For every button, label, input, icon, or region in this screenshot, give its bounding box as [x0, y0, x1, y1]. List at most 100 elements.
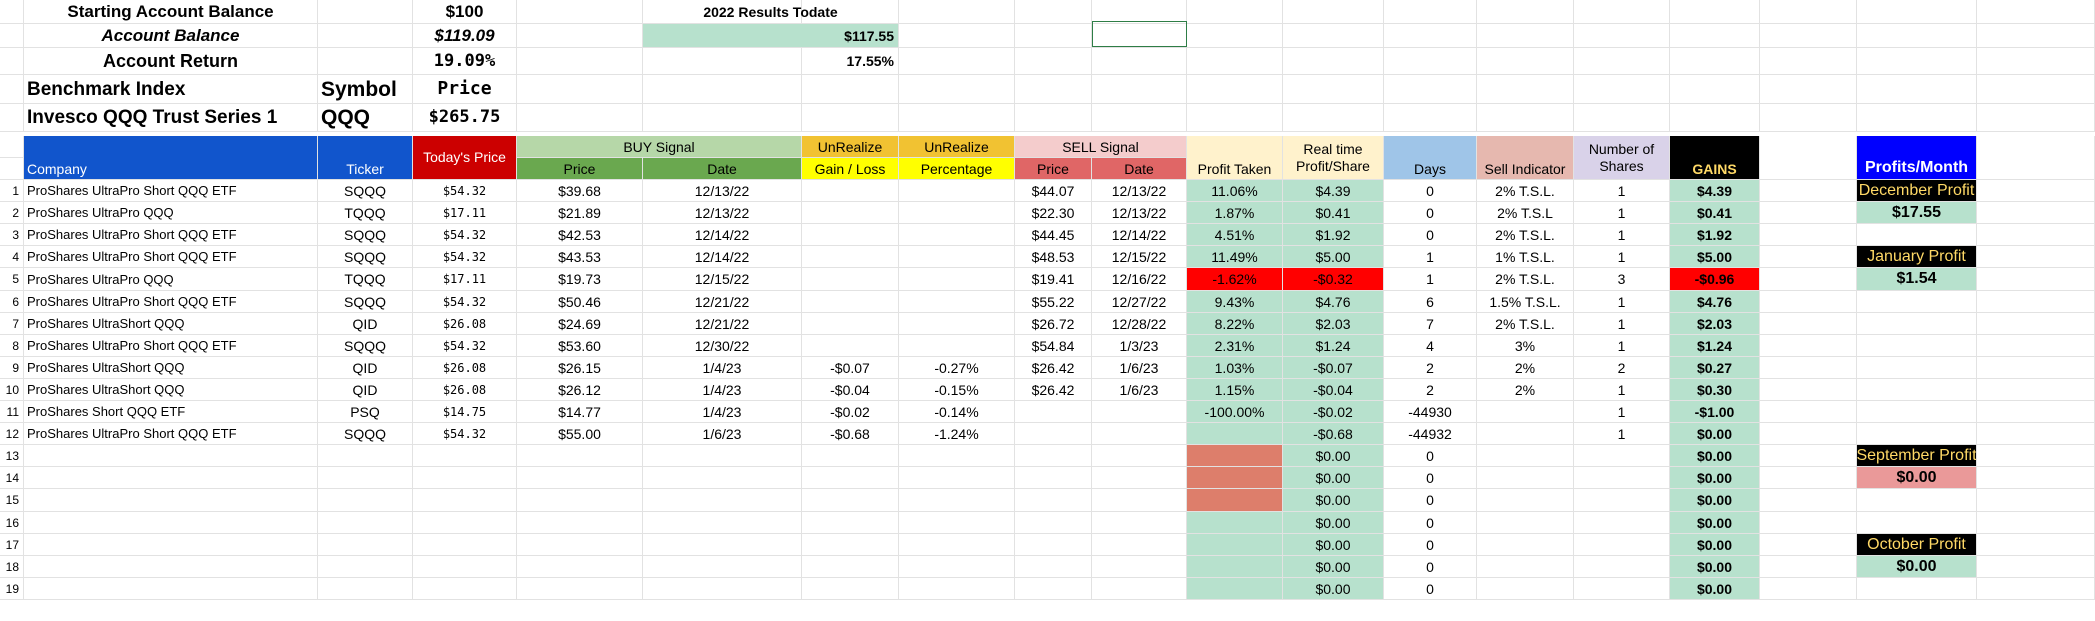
buy-date-cell[interactable]: [643, 578, 802, 600]
shares-cell[interactable]: 1: [1574, 291, 1670, 313]
empty-cell[interactable]: [1857, 75, 1977, 104]
empty-cell[interactable]: [1670, 48, 1760, 75]
empty-cell[interactable]: [1574, 75, 1670, 104]
empty-cell[interactable]: [1015, 24, 1092, 48]
buy-signal-header[interactable]: BUY Signal: [517, 136, 802, 158]
unrealized-gain-cell[interactable]: [802, 313, 899, 335]
sell-indicator-cell[interactable]: [1477, 578, 1574, 600]
company-cell[interactable]: ProShares UltraShort QQQ: [24, 313, 318, 335]
buy-date-cell[interactable]: [643, 534, 802, 556]
empty-cell[interactable]: [1977, 48, 2095, 75]
sell-indicator-cell[interactable]: [1477, 401, 1574, 423]
realtime-profit-cell[interactable]: -$0.68: [1283, 423, 1384, 445]
sell-price-cell[interactable]: [1015, 489, 1092, 512]
unrealized-gain-cell[interactable]: -$0.04: [802, 379, 899, 401]
empty-cell[interactable]: [1283, 48, 1384, 75]
profit-taken-cell[interactable]: -1.62%: [1187, 268, 1283, 291]
profit-taken-cell[interactable]: 9.43%: [1187, 291, 1283, 313]
empty-cell[interactable]: [1977, 268, 2095, 291]
gains-cell[interactable]: -$0.96: [1670, 268, 1760, 291]
gains-cell[interactable]: $0.00: [1670, 423, 1760, 445]
empty-cell[interactable]: [1760, 246, 1857, 268]
empty-cell[interactable]: [1977, 224, 2095, 246]
buy-price-cell[interactable]: [517, 534, 643, 556]
profit-taken-cell[interactable]: 1.15%: [1187, 379, 1283, 401]
sell-price-header[interactable]: Price: [1015, 158, 1092, 180]
shares-cell[interactable]: [1574, 556, 1670, 578]
empty-cell[interactable]: [517, 104, 643, 132]
sell-date-cell[interactable]: 12/13/22: [1092, 202, 1187, 224]
company-cell[interactable]: [24, 556, 318, 578]
buy-date-cell[interactable]: 12/21/22: [643, 291, 802, 313]
empty-cell[interactable]: [1857, 578, 1977, 600]
profit-taken-cell[interactable]: [1187, 556, 1283, 578]
empty-cell[interactable]: [517, 0, 643, 24]
sell-date-cell[interactable]: [1092, 401, 1187, 423]
shares-cell[interactable]: [1574, 489, 1670, 512]
empty-cell[interactable]: [1670, 75, 1760, 104]
empty-cell[interactable]: [1977, 104, 2095, 132]
buy-price-cell[interactable]: $50.46: [517, 291, 643, 313]
row-number[interactable]: 18: [0, 556, 24, 578]
empty-cell[interactable]: [1477, 0, 1574, 24]
empty-cell[interactable]: [899, 24, 1015, 48]
empty-cell[interactable]: [1015, 48, 1092, 75]
realtime-profit-cell[interactable]: $0.00: [1283, 578, 1384, 600]
unrealized-gain-cell[interactable]: -$0.07: [802, 357, 899, 379]
days-cell[interactable]: 2: [1384, 379, 1477, 401]
gains-cell[interactable]: -$1.00: [1670, 401, 1760, 423]
unrealized-gain-cell[interactable]: -$0.68: [802, 423, 899, 445]
sell-date-cell[interactable]: 12/16/22: [1092, 268, 1187, 291]
empty-cell[interactable]: [1187, 24, 1283, 48]
empty-cell[interactable]: [1670, 24, 1760, 48]
company-cell[interactable]: ProShares UltraPro Short QQQ ETF: [24, 423, 318, 445]
sell-date-cell[interactable]: [1092, 467, 1187, 489]
profit-taken-cell[interactable]: 11.06%: [1187, 180, 1283, 202]
buy-date-header[interactable]: Date: [643, 158, 802, 180]
row-number[interactable]: 11: [0, 401, 24, 423]
buy-date-cell[interactable]: 1/4/23: [643, 379, 802, 401]
selected-cell[interactable]: [1092, 21, 1187, 47]
month-profit-value[interactable]: $1.54: [1857, 268, 1977, 291]
profit-taken-cell[interactable]: [1187, 445, 1283, 467]
sell-date-cell[interactable]: [1092, 512, 1187, 534]
ticker-cell[interactable]: [318, 578, 413, 600]
days-cell[interactable]: 7: [1384, 313, 1477, 335]
gains-cell[interactable]: $0.00: [1670, 556, 1760, 578]
sell-indicator-cell[interactable]: 2% T.S.L.: [1477, 180, 1574, 202]
todays-price-cell[interactable]: [413, 467, 517, 489]
empty-cell[interactable]: [1187, 104, 1283, 132]
buy-date-cell[interactable]: 12/14/22: [643, 246, 802, 268]
empty-cell[interactable]: [1857, 357, 1977, 379]
sell-date-cell[interactable]: 12/28/22: [1092, 313, 1187, 335]
empty-cell[interactable]: [517, 24, 643, 48]
empty-cell[interactable]: [1760, 291, 1857, 313]
realtime-profit-cell[interactable]: -$0.02: [1283, 401, 1384, 423]
sell-indicator-cell[interactable]: [1477, 445, 1574, 467]
unrealized-gain-cell[interactable]: [802, 556, 899, 578]
sell-date-cell[interactable]: 12/13/22: [1092, 180, 1187, 202]
buy-price-cell[interactable]: $26.12: [517, 379, 643, 401]
unrealized-gain-cell[interactable]: [802, 180, 899, 202]
sell-price-cell[interactable]: [1015, 534, 1092, 556]
account-return-value[interactable]: 19.09%: [413, 48, 517, 75]
buy-price-cell[interactable]: $55.00: [517, 423, 643, 445]
buy-price-cell[interactable]: $14.77: [517, 401, 643, 423]
unrealized-pct-cell[interactable]: -0.15%: [899, 379, 1015, 401]
company-cell[interactable]: ProShares UltraPro Short QQQ ETF: [24, 246, 318, 268]
empty-cell[interactable]: [1977, 313, 2095, 335]
sell-indicator-cell[interactable]: 2% T.S.L.: [1477, 313, 1574, 335]
empty-cell[interactable]: [1283, 104, 1384, 132]
shares-cell[interactable]: 1: [1574, 246, 1670, 268]
days-cell[interactable]: 1: [1384, 246, 1477, 268]
unrealized-gain-cell[interactable]: [802, 246, 899, 268]
gains-cell[interactable]: $0.27: [1670, 357, 1760, 379]
sell-price-cell[interactable]: $55.22: [1015, 291, 1092, 313]
row-number[interactable]: 2: [0, 202, 24, 224]
realtime-profit-cell[interactable]: -$0.04: [1283, 379, 1384, 401]
empty-cell[interactable]: [1015, 104, 1092, 132]
ticker-cell[interactable]: SQQQ: [318, 180, 413, 202]
empty-cell[interactable]: [899, 0, 1015, 24]
todays-price-cell[interactable]: [413, 445, 517, 467]
ticker-cell[interactable]: SQQQ: [318, 246, 413, 268]
